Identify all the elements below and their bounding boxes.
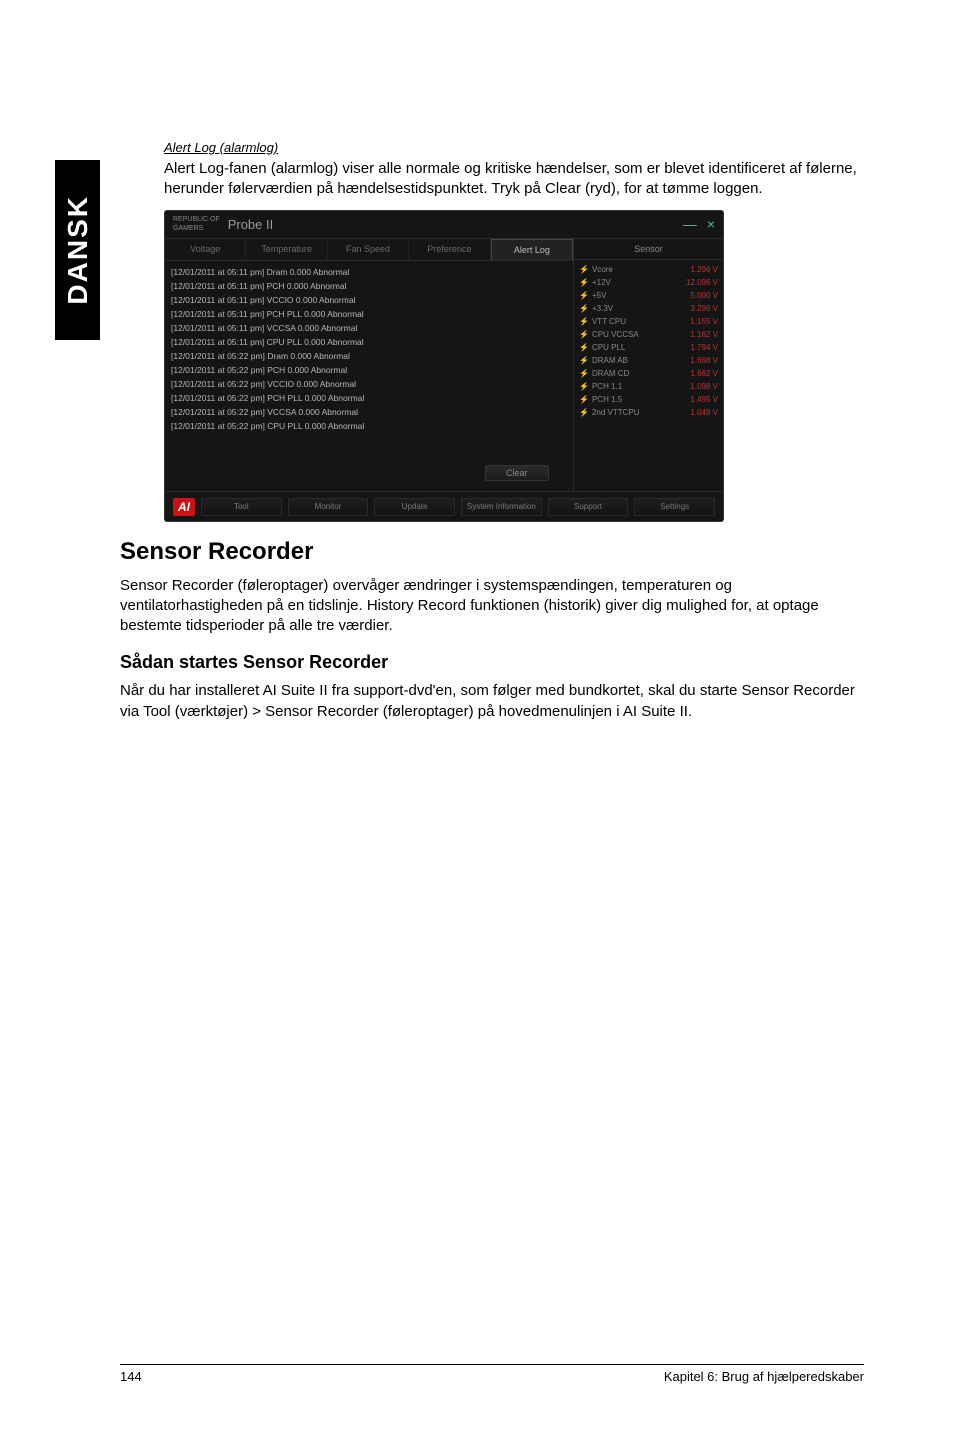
bolt-icon: ⚡ xyxy=(579,369,589,378)
page-number: 144 xyxy=(120,1369,142,1384)
tab-fanspeed[interactable]: Fan Speed xyxy=(328,239,409,260)
sensor-row: ⚡PCH 1.11.098 V xyxy=(578,380,719,393)
sensor-header: Sensor xyxy=(574,239,723,260)
bolt-icon: ⚡ xyxy=(579,330,589,339)
right-panel: Sensor ⚡Vcore1.296 V ⚡+12V12.096 V ⚡+5V5… xyxy=(573,239,723,491)
sensor-row: ⚡+5V5.000 V xyxy=(578,289,719,302)
log-line: [12/01/2011 at 05:22 pm] CPU PLL 0.000 A… xyxy=(171,419,567,433)
alert-log-list: [12/01/2011 at 05:11 pm] Dram 0.000 Abno… xyxy=(165,261,573,491)
sensor-row: ⚡VTT CPU1.155 V xyxy=(578,315,719,328)
logo-line2: GAMERS xyxy=(173,224,220,233)
sensor-name: Vcore xyxy=(592,265,687,274)
left-panel: Voltage Temperature Fan Speed Preference… xyxy=(165,239,573,491)
sensor-name: +12V xyxy=(592,278,683,287)
bolt-icon: ⚡ xyxy=(579,304,589,313)
sensor-recorder-p2: Når du har installeret AI Suite II fra s… xyxy=(120,681,864,722)
log-line: [12/01/2011 at 05:11 pm] VCCIO 0.000 Abn… xyxy=(171,293,567,307)
bolt-icon: ⚡ xyxy=(579,291,589,300)
bottom-btn-sysinfo[interactable]: System Information xyxy=(461,498,542,516)
tab-alertlog[interactable]: Alert Log xyxy=(491,239,573,260)
clear-button[interactable]: Clear xyxy=(485,465,549,481)
tab-voltage[interactable]: Voltage xyxy=(165,239,246,260)
bolt-icon: ⚡ xyxy=(579,395,589,404)
sensor-recorder-heading: Sensor Recorder xyxy=(120,538,864,566)
log-line: [12/01/2011 at 05:11 pm] PCH PLL 0.000 A… xyxy=(171,307,567,321)
log-line: [12/01/2011 at 05:11 pm] Dram 0.000 Abno… xyxy=(171,265,567,279)
bolt-icon: ⚡ xyxy=(579,343,589,352)
chapter-label: Kapitel 6: Brug af hjælperedskaber xyxy=(664,1369,864,1384)
sensor-value: 1.155 V xyxy=(690,317,718,326)
bolt-icon: ⚡ xyxy=(579,408,589,417)
sensor-value: 1.794 V xyxy=(690,343,718,352)
sensor-value: 1.296 V xyxy=(690,265,718,274)
sensor-row: ⚡Vcore1.296 V xyxy=(578,263,719,276)
ai-suite-logo: AI xyxy=(173,498,195,516)
bottom-btn-settings[interactable]: Settings xyxy=(634,498,715,516)
sensor-value: 12.096 V xyxy=(686,278,718,287)
bolt-icon: ⚡ xyxy=(579,382,589,391)
bolt-icon: ⚡ xyxy=(579,265,589,274)
sensor-value: 5.000 V xyxy=(690,291,718,300)
tab-preference[interactable]: Preference xyxy=(409,239,490,260)
log-line: [12/01/2011 at 05:22 pm] PCH PLL 0.000 A… xyxy=(171,391,567,405)
sensor-value: 1.668 V xyxy=(690,356,718,365)
sensor-row: ⚡PCH 1.51.495 V xyxy=(578,393,719,406)
log-line: [12/01/2011 at 05:22 pm] Dram 0.000 Abno… xyxy=(171,349,567,363)
sensor-name: 2nd VTTCPU xyxy=(592,408,687,417)
probe2-screenshot: REPUBLIC OF GAMERS Probe II — × Voltage … xyxy=(164,210,724,522)
sensor-list: ⚡Vcore1.296 V ⚡+12V12.096 V ⚡+5V5.000 V … xyxy=(574,260,723,491)
sensor-recorder-h3: Sådan startes Sensor Recorder xyxy=(120,652,864,673)
app-logo: REPUBLIC OF GAMERS xyxy=(173,215,220,233)
sensor-row: ⚡2nd VTTCPU1.048 V xyxy=(578,406,719,419)
sensor-name: CPU VCCSA xyxy=(592,330,687,339)
sensor-value: 1.495 V xyxy=(690,395,718,404)
sensor-recorder-p1: Sensor Recorder (føleroptager) overvåger… xyxy=(120,576,864,637)
close-icon[interactable]: × xyxy=(707,216,715,232)
sensor-name: +5V xyxy=(592,291,687,300)
page-footer: 144 Kapitel 6: Brug af hjælperedskaber xyxy=(120,1364,864,1384)
sensor-value: 1.048 V xyxy=(690,408,718,417)
tab-temperature[interactable]: Temperature xyxy=(246,239,327,260)
bolt-icon: ⚡ xyxy=(579,278,589,287)
sensor-row: ⚡CPU VCCSA1.162 V xyxy=(578,328,719,341)
sensor-row: ⚡DRAM AB1.668 V xyxy=(578,354,719,367)
bolt-icon: ⚡ xyxy=(579,317,589,326)
sensor-row: ⚡DRAM CD1.662 V xyxy=(578,367,719,380)
sensor-name: PCH 1.1 xyxy=(592,382,687,391)
side-language-label: DANSK xyxy=(62,195,94,305)
alert-log-heading: Alert Log (alarmlog) xyxy=(164,140,864,155)
log-line: [12/01/2011 at 05:11 pm] CPU PLL 0.000 A… xyxy=(171,335,567,349)
sensor-row: ⚡CPU PLL1.794 V xyxy=(578,341,719,354)
log-line: [12/01/2011 at 05:22 pm] VCCSA 0.000 Abn… xyxy=(171,405,567,419)
bottom-btn-update[interactable]: Update xyxy=(374,498,455,516)
sensor-name: CPU PLL xyxy=(592,343,687,352)
sensor-name: DRAM CD xyxy=(592,369,687,378)
sensor-value: 1.662 V xyxy=(690,369,718,378)
sensor-row: ⚡+3.3V3.296 V xyxy=(578,302,719,315)
sensor-value: 3.296 V xyxy=(690,304,718,313)
sensor-name: PCH 1.5 xyxy=(592,395,687,404)
window-title: Probe II xyxy=(228,217,274,232)
alert-log-text: Alert Log-fanen (alarmlog) viser alle no… xyxy=(164,159,864,200)
sensor-value: 1.162 V xyxy=(690,330,718,339)
bottom-toolbar: AI Tool Monitor Update System Informatio… xyxy=(165,491,723,522)
log-line: [12/01/2011 at 05:22 pm] PCH 0.000 Abnor… xyxy=(171,363,567,377)
sensor-row: ⚡+12V12.096 V xyxy=(578,276,719,289)
log-line: [12/01/2011 at 05:11 pm] VCCSA 0.000 Abn… xyxy=(171,321,567,335)
side-language-tab: DANSK xyxy=(55,160,100,340)
sensor-name: VTT CPU xyxy=(592,317,687,326)
sensor-name: DRAM AB xyxy=(592,356,687,365)
sensor-value: 1.098 V xyxy=(690,382,718,391)
bottom-btn-monitor[interactable]: Monitor xyxy=(288,498,369,516)
window-titlebar: REPUBLIC OF GAMERS Probe II — × xyxy=(165,211,723,239)
bolt-icon: ⚡ xyxy=(579,356,589,365)
log-line: [12/01/2011 at 05:22 pm] VCCIO 0.000 Abn… xyxy=(171,377,567,391)
sensor-name: +3.3V xyxy=(592,304,687,313)
minimize-icon[interactable]: — xyxy=(683,216,697,232)
tab-row: Voltage Temperature Fan Speed Preference… xyxy=(165,239,573,261)
log-line: [12/01/2011 at 05:11 pm] PCH 0.000 Abnor… xyxy=(171,279,567,293)
logo-line1: REPUBLIC OF xyxy=(173,215,220,224)
bottom-btn-support[interactable]: Support xyxy=(548,498,629,516)
bottom-btn-tool[interactable]: Tool xyxy=(201,498,282,516)
